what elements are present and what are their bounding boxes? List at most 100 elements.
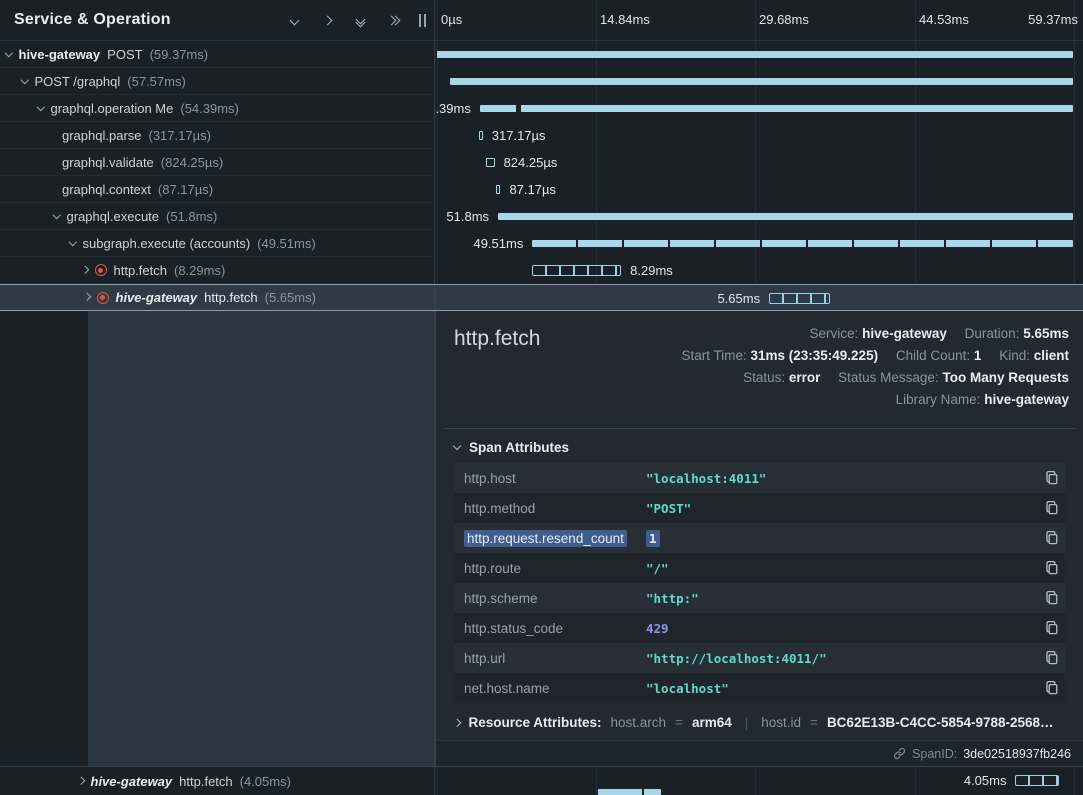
chevron-down-icon[interactable] xyxy=(53,211,61,219)
span-bar[interactable] xyxy=(496,185,500,194)
meta-value: hive-gateway xyxy=(984,392,1069,407)
copy-icon[interactable] xyxy=(1045,620,1059,638)
copy-icon[interactable] xyxy=(1045,500,1059,518)
attribute-key: net.host.name xyxy=(464,681,646,696)
timeline-cell[interactable]: 824.25µs xyxy=(435,149,1083,176)
meta-value: 5.65ms xyxy=(1023,326,1069,341)
attribute-row[interactable]: net.host.name "localhost" xyxy=(454,673,1065,703)
chevron-down-icon[interactable] xyxy=(5,49,13,57)
tree-row[interactable]: graphql.validate (824.25µs) 824.25µs xyxy=(0,149,1083,176)
attribute-row[interactable]: http.host "localhost:4011" xyxy=(454,463,1065,493)
chevron-down-icon[interactable] xyxy=(37,103,45,111)
span-bar[interactable] xyxy=(532,265,621,276)
chevron-down-icon[interactable] xyxy=(69,238,77,246)
tree-row[interactable]: subgraph.execute (accounts) (49.51ms) 49… xyxy=(0,230,1083,257)
span-rows: hive-gateway POST (59.37ms) POST /graphq… xyxy=(0,41,1083,311)
attribute-key: http.status_code xyxy=(464,621,646,636)
span-bar[interactable] xyxy=(486,158,495,167)
detail-title: http.fetch xyxy=(454,327,540,351)
span-bar[interactable] xyxy=(480,105,1073,112)
tree-row[interactable]: POST /graphql (57.57ms) xyxy=(0,68,1083,95)
link-icon[interactable] xyxy=(893,747,906,760)
chevron-right-icon[interactable] xyxy=(77,777,85,785)
partial-span-bar[interactable] xyxy=(598,789,661,795)
copy-icon[interactable] xyxy=(1045,680,1059,698)
timeline-cell[interactable]: 54.39ms xyxy=(435,95,1083,122)
span-bar[interactable] xyxy=(769,293,830,304)
chevron-right-icon[interactable] xyxy=(83,293,91,301)
chevron-down-icon[interactable] xyxy=(287,13,301,29)
span-duration: (5.65ms) xyxy=(265,290,316,305)
attribute-key: http.url xyxy=(464,651,646,666)
meta-label: Library Name: xyxy=(896,392,981,407)
tree-row[interactable]: graphql.parse (317.17µs) 317.17µs xyxy=(0,122,1083,149)
attribute-row[interactable]: http.scheme "http:" xyxy=(454,583,1065,613)
tree-header-title: Service & Operation xyxy=(14,11,171,29)
resource-attributes-toggle[interactable]: Resource Attributes: host.arch = arm64 |… xyxy=(454,715,1054,730)
chevron-down-icon[interactable] xyxy=(21,76,29,84)
detail-footer: SpanID: 3de02518937fb246 xyxy=(436,740,1083,766)
span-duration: (57.57ms) xyxy=(127,74,186,89)
tree-row[interactable]: hive-gateway http.fetch (4.05ms) 4.05ms xyxy=(0,766,1083,795)
span-duration: (4.05ms) xyxy=(240,774,291,789)
timeline-cell[interactable]: 51.8ms xyxy=(435,203,1083,230)
tree-row[interactable]: graphql.context (87.17µs) 87.17µs xyxy=(0,176,1083,203)
timeline-cell[interactable]: 317.17µs xyxy=(435,122,1083,149)
timeline-cell[interactable]: 8.29ms xyxy=(435,257,1083,284)
timeline-cell[interactable]: 49.51ms xyxy=(435,230,1083,257)
tree-row[interactable]: hive-gateway POST (59.37ms) xyxy=(0,41,1083,68)
ruler-tick: 59.37ms xyxy=(1028,12,1078,27)
timeline-cell[interactable]: 5.65ms xyxy=(435,285,1083,310)
copy-icon[interactable] xyxy=(1045,590,1059,608)
attribute-row[interactable]: http.method "POST" xyxy=(454,493,1065,523)
span-name: http.fetch xyxy=(179,774,232,789)
timeline-cell[interactable] xyxy=(435,68,1083,95)
meta-value: 1 xyxy=(974,348,982,363)
attribute-row[interactable]: http.request.resend_count 1 xyxy=(454,523,1065,553)
attribute-row[interactable]: http.url "http://localhost:4011/" xyxy=(454,643,1065,673)
span-attributes-toggle[interactable]: Span Attributes xyxy=(454,440,569,455)
timeline-cell[interactable] xyxy=(435,41,1083,68)
timeline-cell[interactable]: 4.05ms xyxy=(435,767,1083,795)
panel-resize-handle-icon[interactable] xyxy=(419,14,426,27)
error-icon xyxy=(95,264,107,276)
chevron-right-icon[interactable] xyxy=(81,266,89,274)
double-chevron-down-icon[interactable] xyxy=(353,13,367,29)
bar-duration-label: 4.05ms xyxy=(964,767,1007,794)
service-name: hive-gateway xyxy=(116,290,198,305)
span-bar[interactable] xyxy=(532,240,1073,247)
meta-value: 31ms (23:35:49.225) xyxy=(750,348,878,363)
ruler-tick: 29.68ms xyxy=(759,12,809,27)
tree-row[interactable]: http.fetch (8.29ms) 8.29ms xyxy=(0,257,1083,284)
span-bar[interactable] xyxy=(450,78,1073,85)
span-bar[interactable] xyxy=(498,213,1073,220)
copy-icon[interactable] xyxy=(1045,530,1059,548)
tree-row-selected[interactable]: hive-gateway http.fetch (5.65ms) 5.65ms xyxy=(0,284,1083,311)
span-bar[interactable] xyxy=(437,51,1073,58)
trace-viewer: Service & Operation 0µs 14.84ms 29.68ms … xyxy=(0,0,1083,795)
tree-row[interactable]: graphql.operation Me (54.39ms) 54.39ms xyxy=(0,95,1083,122)
double-chevron-right-icon[interactable] xyxy=(386,13,400,29)
copy-icon[interactable] xyxy=(1045,470,1059,488)
span-name: graphql.validate xyxy=(62,155,154,170)
copy-icon[interactable] xyxy=(1045,560,1059,578)
separator: | xyxy=(745,715,749,730)
tree-row[interactable]: graphql.execute (51.8ms) 51.8ms xyxy=(0,203,1083,230)
span-bar[interactable] xyxy=(1015,775,1058,786)
meta-label: Service: xyxy=(810,326,859,341)
span-name: graphql.parse xyxy=(62,128,142,143)
attribute-row[interactable]: http.status_code 429 xyxy=(454,613,1065,643)
bar-duration-label: 54.39ms xyxy=(435,95,471,122)
attribute-key: http.request.resend_count xyxy=(464,531,646,546)
equals-sign: = xyxy=(675,715,683,730)
timeline-cell[interactable]: 87.17µs xyxy=(435,176,1083,203)
meta-label: Child Count: xyxy=(896,348,970,363)
meta-value: Too Many Requests xyxy=(942,370,1069,385)
chevron-right-icon[interactable] xyxy=(320,13,334,29)
attribute-key: http.route xyxy=(464,561,646,576)
attribute-row[interactable]: http.route "/" xyxy=(454,553,1065,583)
copy-icon[interactable] xyxy=(1045,650,1059,668)
span-duration: (8.29ms) xyxy=(174,263,225,278)
span-bar[interactable] xyxy=(479,131,483,140)
service-name: hive-gateway xyxy=(91,774,173,789)
